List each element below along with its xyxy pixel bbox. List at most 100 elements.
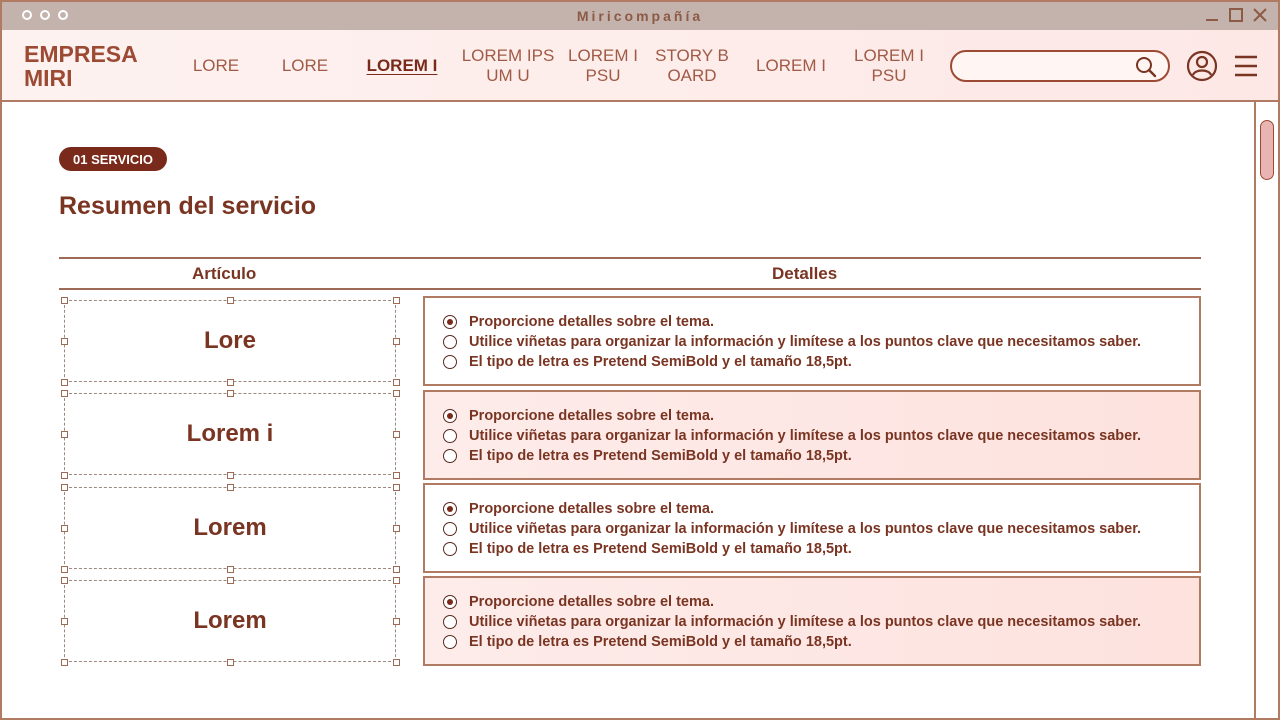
details-cell: Proporcione detalles sobre el tema. Util… <box>423 390 1201 480</box>
resize-handle[interactable] <box>226 378 234 386</box>
resize-handle[interactable] <box>60 389 68 397</box>
resize-handle[interactable] <box>60 471 68 479</box>
resize-handle[interactable] <box>60 378 68 386</box>
minimize-icon[interactable] <box>1204 7 1220 23</box>
close-icon[interactable] <box>1252 7 1268 23</box>
radio-icon[interactable] <box>443 429 457 443</box>
resize-handle[interactable] <box>392 389 400 397</box>
nav-item-lorem-i-2[interactable]: LOREM I <box>741 44 841 88</box>
radio-icon[interactable] <box>443 635 457 649</box>
resize-handle[interactable] <box>226 296 234 304</box>
nav-item-lorem-ipsum[interactable]: LOREM IPS UM U <box>458 44 558 88</box>
scrollbar-thumb[interactable] <box>1260 120 1274 180</box>
app-window: Miricompañía EMPRESA MIRI LORE LORE LORE… <box>0 0 1280 720</box>
nav-item-lorem-i-psu-2[interactable]: LOREM I PSU <box>839 44 939 88</box>
detail-line: Utilice viñetas para organizar la inform… <box>443 332 1199 352</box>
detail-text: El tipo de letra es Pretend SemiBold y e… <box>469 541 852 557</box>
nav-item-lorem-i-active[interactable]: LOREM I <box>352 44 452 88</box>
nav-item-lore[interactable]: LORE <box>166 44 266 88</box>
resize-handle[interactable] <box>226 576 234 584</box>
radio-icon[interactable] <box>443 542 457 556</box>
resize-handle[interactable] <box>392 658 400 666</box>
detail-text: Utilice viñetas para organizar la inform… <box>469 428 1142 444</box>
resize-handle[interactable] <box>392 430 400 438</box>
resize-handle[interactable] <box>60 430 68 438</box>
details-cell: Proporcione detalles sobre el tema. Util… <box>423 296 1201 386</box>
resize-handle[interactable] <box>60 617 68 625</box>
search-icon[interactable] <box>1134 55 1158 79</box>
radio-icon[interactable] <box>443 449 457 463</box>
details-cell: Proporcione detalles sobre el tema. Util… <box>423 576 1201 666</box>
article-cell[interactable]: Lore <box>64 300 396 382</box>
article-cell[interactable]: Lorem <box>64 580 396 662</box>
detail-text: Proporcione detalles sobre el tema. <box>469 408 714 424</box>
radio-selected-icon[interactable] <box>443 502 457 516</box>
detail-text: El tipo de letra es Pretend SemiBold y e… <box>469 634 852 650</box>
detail-line: El tipo de letra es Pretend SemiBold y e… <box>443 632 1199 652</box>
detail-line: Utilice viñetas para organizar la inform… <box>443 426 1199 446</box>
vertical-scrollbar[interactable] <box>1254 102 1278 718</box>
resize-handle[interactable] <box>60 565 68 573</box>
resize-handle[interactable] <box>60 524 68 532</box>
resize-handle[interactable] <box>392 483 400 491</box>
detail-text: Utilice viñetas para organizar la inform… <box>469 521 1142 537</box>
resize-handle[interactable] <box>392 296 400 304</box>
resize-handle[interactable] <box>392 576 400 584</box>
resize-handle[interactable] <box>60 658 68 666</box>
nav-item-storyboard[interactable]: STORY B OARD <box>642 44 742 88</box>
resize-handle[interactable] <box>392 617 400 625</box>
detail-text: El tipo de letra es Pretend SemiBold y e… <box>469 448 852 464</box>
radio-selected-icon[interactable] <box>443 315 457 329</box>
article-cell[interactable]: Lorem <box>64 487 396 569</box>
nav-bar: EMPRESA MIRI LORE LORE LOREM I LOREM IPS… <box>2 30 1278 102</box>
nav-item-lore-2[interactable]: LORE <box>255 44 355 88</box>
user-icon[interactable] <box>1186 50 1218 82</box>
hamburger-menu-icon[interactable] <box>1234 54 1258 78</box>
detail-line: El tipo de letra es Pretend SemiBold y e… <box>443 446 1199 466</box>
article-cell[interactable]: Lorem i <box>64 393 396 475</box>
resize-handle[interactable] <box>392 471 400 479</box>
detail-line: Utilice viñetas para organizar la inform… <box>443 612 1199 632</box>
resize-handle[interactable] <box>60 576 68 584</box>
brand-logo[interactable]: EMPRESA MIRI <box>24 42 164 90</box>
detail-line: Proporcione detalles sobre el tema. <box>443 499 1199 519</box>
nav-item-lorem-i-psu[interactable]: LOREM I PSU <box>553 44 653 88</box>
detail-text: Proporcione detalles sobre el tema. <box>469 314 714 330</box>
resize-handle[interactable] <box>392 337 400 345</box>
resize-handle[interactable] <box>226 389 234 397</box>
resize-handle[interactable] <box>60 296 68 304</box>
search-input[interactable] <box>962 56 1132 78</box>
section-badge: 01 SERVICIO <box>59 147 167 171</box>
resize-handle[interactable] <box>226 471 234 479</box>
resize-handle[interactable] <box>392 378 400 386</box>
resize-handle[interactable] <box>60 337 68 345</box>
detail-line: Proporcione detalles sobre el tema. <box>443 406 1199 426</box>
detail-text: Utilice viñetas para organizar la inform… <box>469 334 1142 350</box>
resize-handle[interactable] <box>226 565 234 573</box>
article-label: Lore <box>203 327 256 354</box>
resize-handle[interactable] <box>226 483 234 491</box>
maximize-icon[interactable] <box>1228 7 1244 23</box>
radio-selected-icon[interactable] <box>443 409 457 423</box>
detail-line: Proporcione detalles sobre el tema. <box>443 312 1199 332</box>
details-cell: Proporcione detalles sobre el tema. Util… <box>423 483 1201 573</box>
resize-handle[interactable] <box>392 524 400 532</box>
resize-handle[interactable] <box>226 658 234 666</box>
brand-line-1: EMPRESA <box>24 41 138 67</box>
radio-icon[interactable] <box>443 522 457 536</box>
radio-selected-icon[interactable] <box>443 595 457 609</box>
search-bar[interactable] <box>950 50 1170 82</box>
detail-line: Utilice viñetas para organizar la inform… <box>443 519 1199 539</box>
brand-line-2: MIRI <box>24 65 73 91</box>
resize-handle[interactable] <box>60 483 68 491</box>
detail-line: El tipo de letra es Pretend SemiBold y e… <box>443 352 1199 372</box>
column-header-details: Detalles <box>772 264 838 283</box>
resize-handle[interactable] <box>392 565 400 573</box>
radio-icon[interactable] <box>443 335 457 349</box>
detail-text: Utilice viñetas para organizar la inform… <box>469 614 1142 630</box>
radio-icon[interactable] <box>443 355 457 369</box>
main-content: 01 SERVICIO Resumen del servicio Artícul… <box>2 102 1256 718</box>
table-header-divider <box>59 288 1201 290</box>
radio-icon[interactable] <box>443 615 457 629</box>
detail-line: Proporcione detalles sobre el tema. <box>443 592 1199 612</box>
